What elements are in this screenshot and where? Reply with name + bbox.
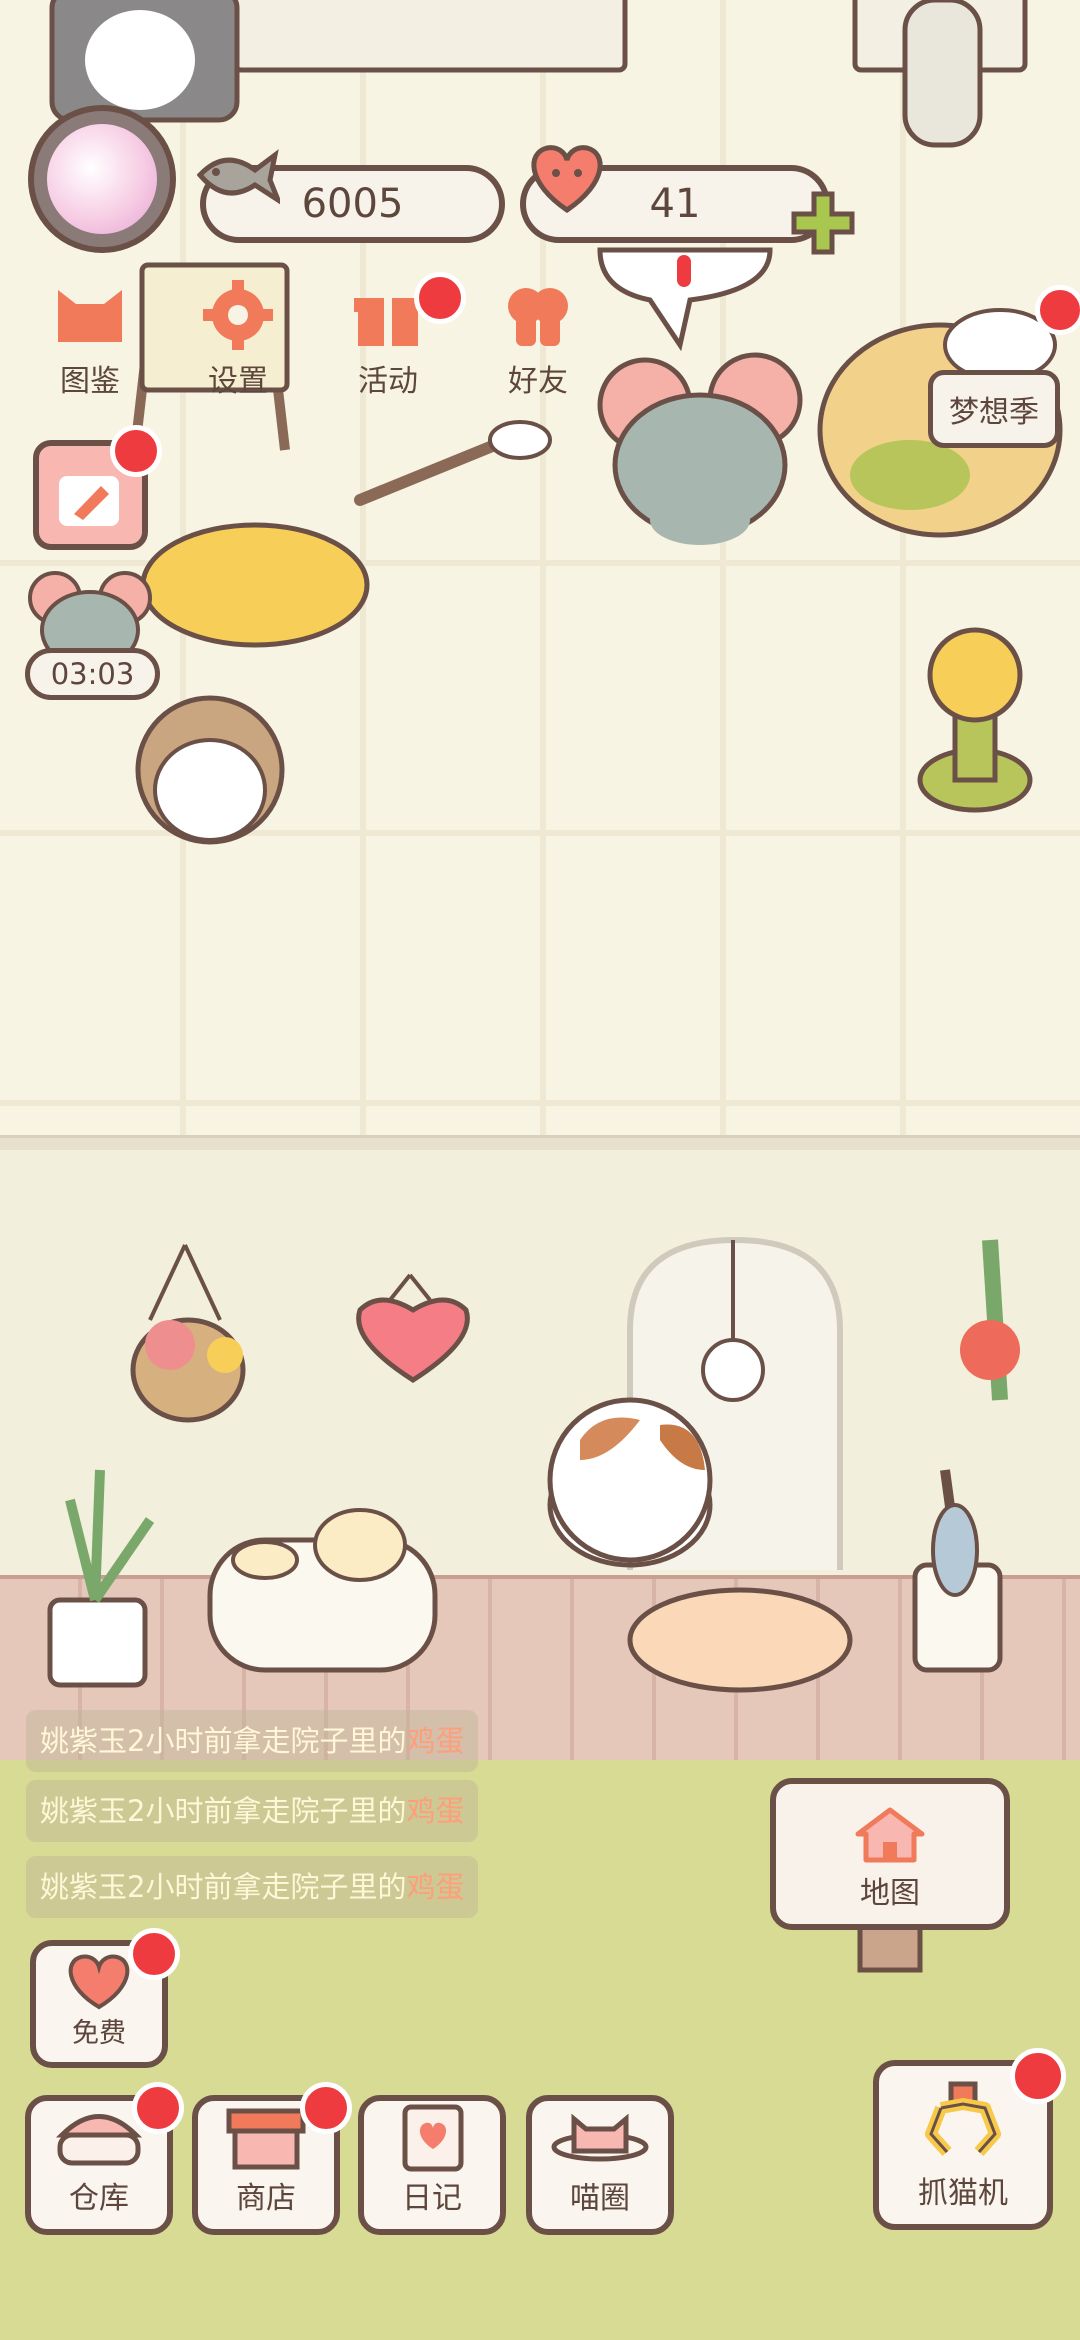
bowl-icon xyxy=(55,2114,143,2166)
feed-item-name: 鸡蛋 xyxy=(406,1870,465,1904)
feed-item: 姚紫玉2小时前拿走院子里的鸡蛋 xyxy=(26,1780,479,1842)
season-badge xyxy=(1035,285,1080,335)
feed-text: 2小时前拿走院子里的 xyxy=(127,1724,407,1758)
season-label[interactable]: 梦想季 xyxy=(928,370,1060,448)
menu-events-label: 活动 xyxy=(358,364,418,399)
feed-item-name: 鸡蛋 xyxy=(406,1794,465,1828)
plus-icon xyxy=(791,191,855,255)
menu-collection[interactable]: 图鉴 xyxy=(30,280,150,400)
circle-label: 喵圈 xyxy=(570,2181,630,2216)
heart-icon xyxy=(531,145,603,214)
friends-icon xyxy=(508,288,568,346)
feed-user: 姚紫玉 xyxy=(40,1724,128,1758)
add-hearts-button[interactable] xyxy=(790,190,856,256)
diary-icon xyxy=(402,2104,464,2172)
circle-button[interactable]: 喵圈 xyxy=(526,2095,674,2235)
shop-icon xyxy=(226,2108,306,2170)
shop-label: 商店 xyxy=(236,2181,296,2216)
avatar-image xyxy=(47,124,157,234)
free-badge xyxy=(128,1928,180,1980)
fish-icon xyxy=(196,149,280,205)
fish-count: 6005 xyxy=(301,181,404,227)
feed-text: 2小时前拿走院子里的 xyxy=(127,1794,407,1828)
free-label: 免费 xyxy=(72,2018,126,2049)
mouse-timer: 03:03 xyxy=(25,648,160,700)
menu-friends-label: 好友 xyxy=(508,364,568,399)
house-icon xyxy=(855,1807,925,1863)
map-button[interactable]: 地图 xyxy=(770,1778,1010,1930)
diary-button[interactable]: 日记 xyxy=(358,2095,506,2235)
menu-friends[interactable]: 好友 xyxy=(478,280,598,400)
menu-events[interactable]: 活动 xyxy=(328,272,466,400)
menu-settings-label: 设置 xyxy=(208,364,268,399)
gear-icon xyxy=(203,280,273,350)
warehouse-badge xyxy=(132,2082,184,2134)
shop-badge xyxy=(300,2082,352,2134)
heart-count: 41 xyxy=(649,181,701,227)
task-badge xyxy=(110,425,162,477)
heart-icon xyxy=(68,1954,130,2010)
calico-cat xyxy=(547,1397,713,1568)
feed-user: 姚紫玉 xyxy=(40,1794,128,1828)
feed-text: 2小时前拿走院子里的 xyxy=(127,1870,407,1904)
claw-badge xyxy=(1010,2048,1066,2104)
menu-settings[interactable]: 设置 xyxy=(178,280,298,400)
cat-head-icon xyxy=(58,290,122,342)
claw-label: 抓猫机 xyxy=(918,2176,1008,2211)
claw-icon xyxy=(925,2081,1001,2156)
feed-user: 姚紫玉 xyxy=(40,1870,128,1904)
cat-planet-icon xyxy=(551,2113,649,2162)
feed-item: 姚紫玉2小时前拿走院子里的鸡蛋 xyxy=(26,1856,479,1918)
events-badge xyxy=(414,272,466,324)
grey-mouse xyxy=(597,352,803,545)
diary-label: 日记 xyxy=(402,2181,462,2216)
player-avatar[interactable] xyxy=(28,105,176,253)
warehouse-label: 仓库 xyxy=(69,2181,129,2216)
menu-collection-label: 图鉴 xyxy=(60,364,120,399)
map-label: 地图 xyxy=(860,1876,920,1911)
feed-item-name: 鸡蛋 xyxy=(406,1724,465,1758)
feed-item: 姚紫玉2小时前拿走院子里的鸡蛋 xyxy=(26,1710,479,1772)
